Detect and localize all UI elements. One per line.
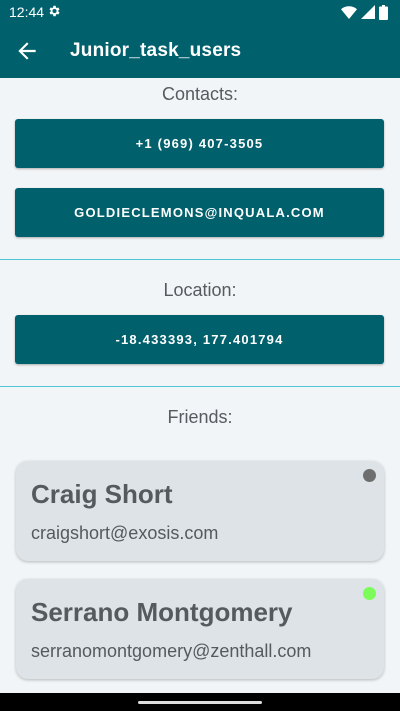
status-icons <box>341 4 388 20</box>
offline-status-icon <box>363 469 376 482</box>
wifi-icon <box>341 6 357 19</box>
page-title: Junior_task_users <box>70 40 242 61</box>
friend-name: Craig Short <box>31 479 173 509</box>
phone-button[interactable]: +1 (969) 407-3505 <box>15 119 384 168</box>
friend-email: serranomontgomery@zenthall.com <box>31 641 312 661</box>
online-status-icon <box>363 587 376 600</box>
home-handle[interactable] <box>138 701 262 704</box>
divider <box>0 386 400 387</box>
email-button[interactable]: GOLDIECLEMONS@INQUALA.COM <box>15 188 384 237</box>
status-bar: 12:44 <box>0 0 400 24</box>
friend-email: craigshort@exosis.com <box>31 523 219 543</box>
app-bar: Junior_task_users <box>0 24 400 78</box>
battery-icon <box>379 4 388 20</box>
friend-name: Serrano Montgomery <box>31 597 293 627</box>
signal-icon <box>361 5 375 19</box>
divider <box>0 259 400 260</box>
location-button[interactable]: -18.433393, 177.401794 <box>15 315 384 364</box>
friend-card[interactable]: Craig Short craigshort@exosis.com <box>16 461 384 561</box>
status-time: 12:44 <box>9 4 45 20</box>
arrow-left-icon[interactable] <box>14 38 40 64</box>
friends-label: Friends: <box>167 407 233 427</box>
contacts-label: Contacts: <box>161 84 239 104</box>
navigation-bar <box>0 693 400 711</box>
friend-card[interactable]: Serrano Montgomery serranomontgomery@zen… <box>16 579 384 679</box>
location-label: Location: <box>163 280 237 300</box>
gear-icon <box>49 5 60 17</box>
